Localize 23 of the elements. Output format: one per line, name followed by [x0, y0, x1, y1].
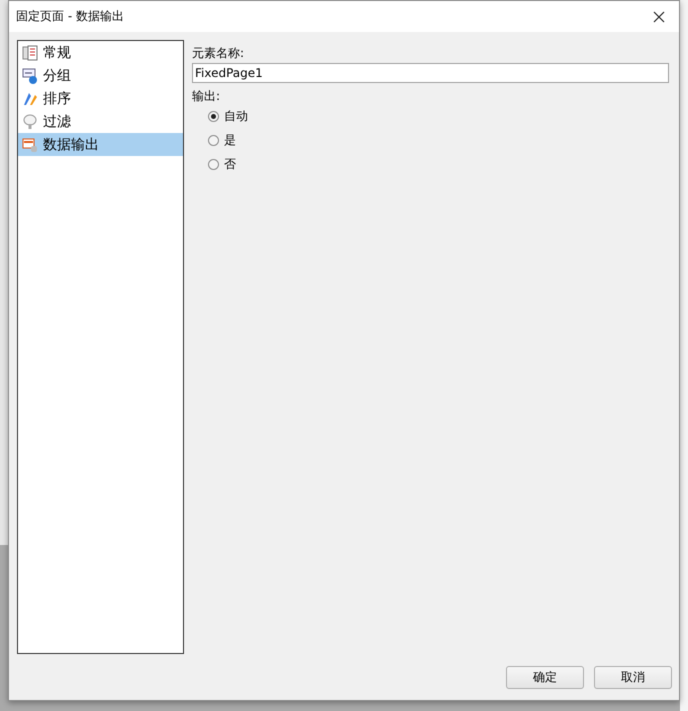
sidebar-item[interactable]: 排序 — [18, 87, 183, 110]
radio-button[interactable] — [208, 158, 219, 170]
sidebar-item[interactable]: 分组 — [18, 64, 183, 87]
radio-label: 自动 — [224, 108, 248, 124]
close-icon — [653, 10, 665, 22]
radio-button[interactable] — [208, 110, 219, 122]
group-icon — [22, 68, 38, 84]
window-title: 固定页面 - 数据输出 — [16, 8, 124, 25]
radio-label: 否 — [224, 156, 236, 172]
radio-label: 是 — [224, 132, 236, 148]
output-label: 输出: — [192, 89, 222, 103]
sidebar-item[interactable]: 常规 — [18, 41, 183, 64]
ok-button[interactable]: 确定 — [506, 666, 584, 688]
cancel-button[interactable]: 取消 — [594, 666, 672, 688]
sidebar-item[interactable]: 数据输出 — [18, 133, 183, 156]
field-label: 元素名称: — [192, 46, 246, 60]
filter-icon — [22, 114, 38, 130]
sidebar-item[interactable]: 过滤 — [18, 110, 183, 133]
name-field[interactable]: FixedPage1 — [192, 63, 669, 83]
document-icon — [22, 44, 38, 60]
data-export-icon — [22, 136, 38, 152]
sort-icon — [22, 90, 38, 106]
radio-button[interactable] — [208, 134, 219, 146]
